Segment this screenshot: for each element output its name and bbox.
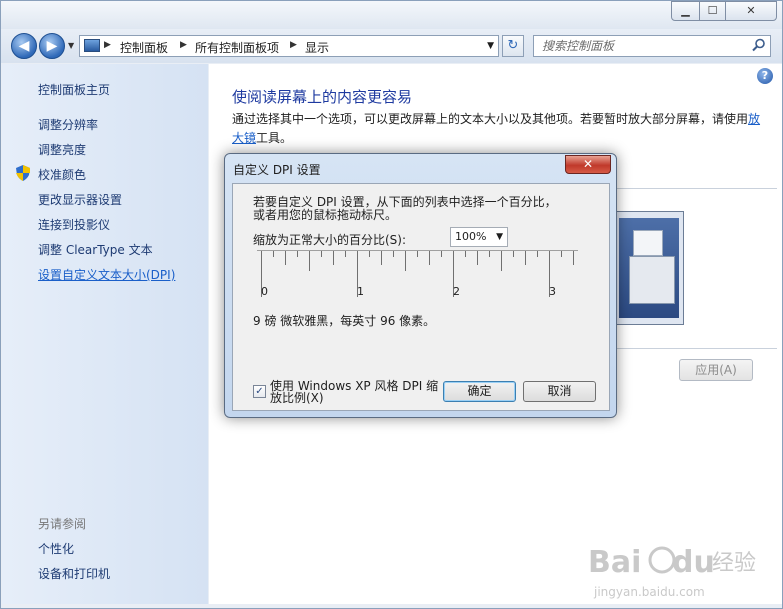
description-text: 通过选择其中一个选项，可以更改屏幕上的文本大小以及其他项。若要暂时放大部分屏幕，…: [232, 112, 749, 126]
ruler-tick: [285, 251, 286, 265]
breadcrumb-separator[interactable]: ▶: [290, 40, 297, 50]
sidebar-item-devices-printers[interactable]: 设备和打印机: [38, 565, 110, 582]
navigation-bar: ◀ ▶ ▼ ▶ 控制面板 ▶ 所有控制面板项 ▶ 显示 ▼ ↻: [1, 29, 782, 63]
page-description: 通过选择其中一个选项，可以更改屏幕上的文本大小以及其他项。若要暂时放大部分屏幕，…: [232, 110, 767, 148]
ruler-tick: [489, 251, 490, 257]
dialog-title: 自定义 DPI 设置: [233, 163, 321, 177]
see-also-heading: 另请参阅: [38, 517, 87, 531]
font-info-text: 9 磅 微软雅黑，每英寸 96 像素。: [253, 314, 436, 328]
instruction-line-2: 或者用您的鼠标拖动标尺。: [253, 208, 398, 222]
help-icon[interactable]: ?: [757, 68, 773, 84]
sidebar-item-custom-dpi[interactable]: 设置自定义文本大小(DPI): [38, 266, 175, 283]
breadcrumb-all-items[interactable]: 所有控制面板项: [195, 39, 279, 56]
scale-percent-select[interactable]: 100% ▼: [450, 227, 508, 247]
ruler-tick: [561, 251, 562, 257]
custom-dpi-dialog: 自定义 DPI 设置 ✕ 若要自定义 DPI 设置，从下面的列表中选择一个百分比…: [224, 153, 617, 418]
ruler-number: 1: [357, 285, 364, 298]
ruler-tick: [405, 251, 406, 271]
preview-window: [633, 230, 663, 256]
apply-button[interactable]: 应用(A): [679, 359, 753, 381]
control-panel-icon: [84, 39, 100, 52]
ruler-tick: [441, 251, 442, 257]
ruler-tick: [321, 251, 322, 257]
ok-button[interactable]: 确定: [443, 381, 516, 402]
address-dropdown-icon[interactable]: ▼: [487, 41, 494, 51]
ruler-tick: [333, 251, 334, 265]
divider: [612, 348, 777, 349]
baidu-jingyan-watermark: Bai du 经验 jingyan.baidu.com: [588, 545, 756, 599]
breadcrumb-control-panel[interactable]: 控制面板: [120, 39, 168, 56]
sidebar-item-cleartype[interactable]: 调整 ClearType 文本: [38, 241, 153, 258]
watermark-brand-2: du: [672, 545, 715, 580]
sidebar-item-resolution[interactable]: 调整分辨率: [38, 116, 98, 133]
sidebar-item-personalization[interactable]: 个性化: [38, 540, 74, 557]
display-preview-image: [612, 211, 684, 325]
sidebar: 控制面板主页 调整分辨率 调整亮度 校准颜色 更改显示器设置 连接到投影仪 调整…: [2, 64, 208, 604]
watermark-url: jingyan.baidu.com: [593, 585, 705, 599]
ruler-number: 0: [261, 285, 268, 298]
breadcrumb-separator[interactable]: ▶: [104, 40, 111, 50]
sidebar-item-calibrate-color[interactable]: 校准颜色: [38, 166, 86, 183]
search-icon[interactable]: [752, 38, 766, 52]
chevron-down-icon[interactable]: ▼: [496, 228, 503, 246]
dialog-instructions: 若要自定义 DPI 设置，从下面的列表中选择一个百分比， 或者用您的鼠标拖动标尺…: [253, 196, 573, 222]
xp-style-checkbox-label[interactable]: 使用 Windows XP 风格 DPI 缩放比例(X): [270, 380, 440, 404]
refresh-button[interactable]: ↻: [502, 35, 524, 57]
dialog-body: 若要自定义 DPI 设置，从下面的列表中选择一个百分比， 或者用您的鼠标拖动标尺…: [232, 183, 610, 411]
ruler-tick: [501, 251, 502, 271]
forward-button[interactable]: ▶: [39, 33, 65, 59]
ruler-number: 3: [549, 285, 556, 298]
search-box[interactable]: [533, 35, 771, 57]
back-button[interactable]: ◀: [11, 33, 37, 59]
breadcrumb-display[interactable]: 显示: [305, 39, 329, 56]
ruler-tick: [573, 251, 574, 265]
ruler-tick: [345, 251, 346, 257]
watermark-brand: Bai: [588, 545, 641, 580]
xp-style-checkbox[interactable]: ✓: [253, 385, 266, 398]
ruler-tick: [417, 251, 418, 257]
address-bar[interactable]: ▶ 控制面板 ▶ 所有控制面板项 ▶ 显示 ▼: [79, 35, 499, 57]
ruler-tick: [513, 251, 514, 257]
preview-window: [629, 256, 675, 304]
ruler-tick: [465, 251, 466, 257]
sidebar-item-projector[interactable]: 连接到投影仪: [38, 216, 110, 233]
page-title: 使阅读屏幕上的内容更容易: [232, 88, 413, 106]
ruler-tick: [309, 251, 310, 271]
ruler-tick: [525, 251, 526, 265]
dialog-close-button[interactable]: ✕: [565, 155, 611, 174]
divider: [612, 188, 777, 189]
ruler-tick: [297, 251, 298, 257]
sidebar-item-display-settings[interactable]: 更改显示器设置: [38, 191, 122, 208]
ruler-number: 2: [453, 285, 460, 298]
preview-screen: [619, 218, 679, 318]
dpi-ruler[interactable]: 0 1 2 3: [257, 250, 578, 300]
ruler-tick: [369, 251, 370, 257]
recent-pages-dropdown[interactable]: ▼: [68, 41, 74, 50]
shield-icon: [16, 165, 30, 181]
sidebar-item-brightness[interactable]: 调整亮度: [38, 141, 86, 158]
sidebar-home-link[interactable]: 控制面板主页: [38, 81, 110, 98]
ruler-tick: [477, 251, 478, 265]
ruler-tick: [393, 251, 394, 257]
cancel-button[interactable]: 取消: [523, 381, 596, 402]
scale-label: 缩放为正常大小的百分比(S):: [253, 233, 407, 247]
ruler-tick: [381, 251, 382, 265]
maximize-button[interactable]: ☐: [699, 1, 726, 21]
scale-percent-value: 100%: [455, 230, 487, 243]
watermark-suffix: 经验: [712, 551, 756, 576]
ruler-tick: [273, 251, 274, 257]
description-text-end: 工具。: [256, 131, 293, 145]
minimize-button[interactable]: ▁: [671, 1, 700, 21]
ruler-tick: [429, 251, 430, 265]
search-input[interactable]: [542, 38, 742, 54]
breadcrumb-separator[interactable]: ▶: [180, 40, 187, 50]
ruler-tick: [537, 251, 538, 257]
close-button[interactable]: ✕: [725, 1, 777, 21]
title-bar: ▁ ☐ ✕: [1, 1, 782, 29]
